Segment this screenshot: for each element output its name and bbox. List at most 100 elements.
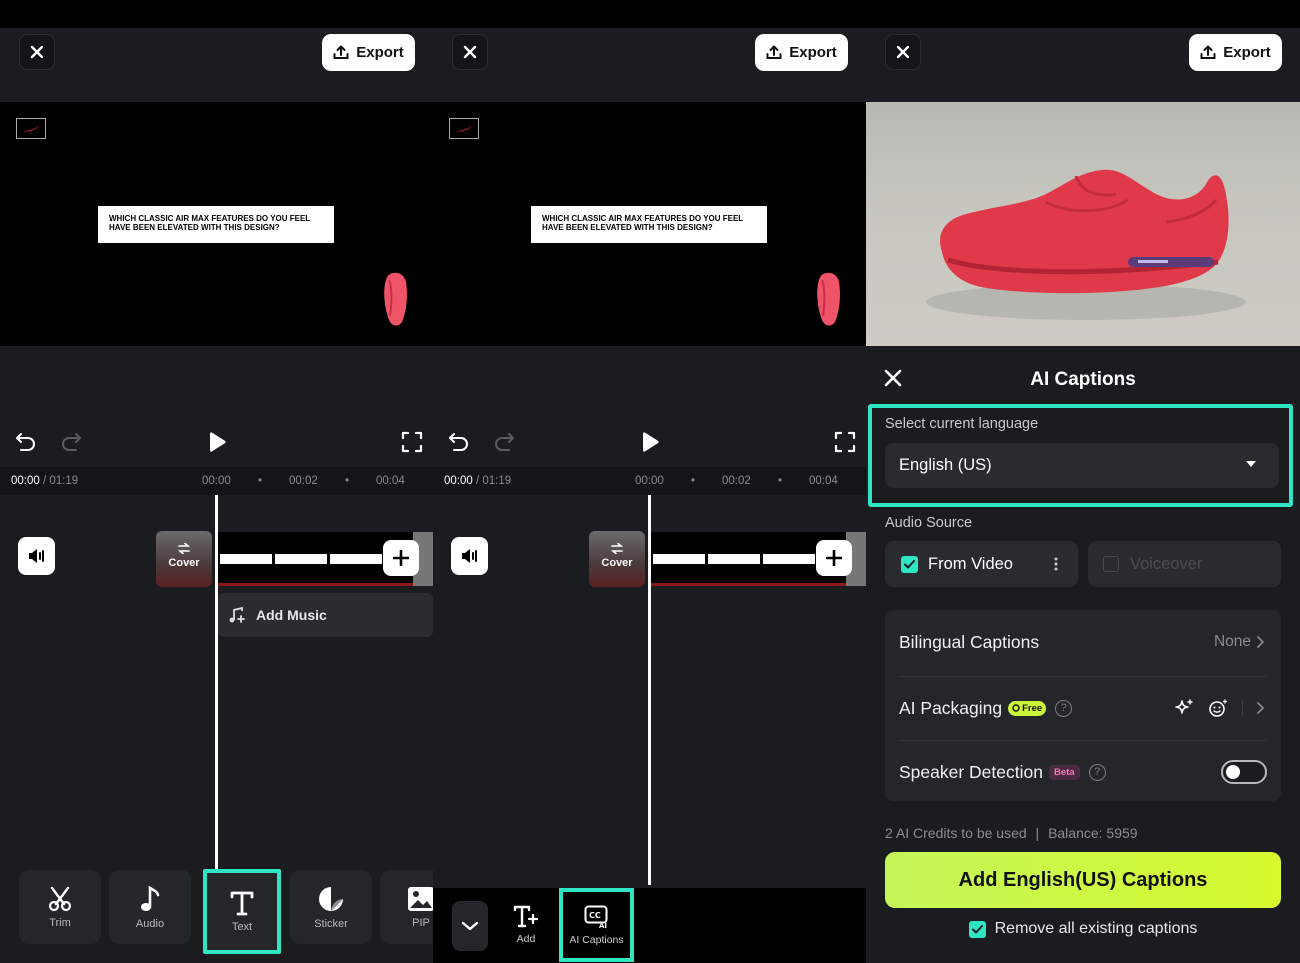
tool-text[interactable]: Text	[203, 869, 281, 954]
tool-add-text[interactable]: Add	[504, 888, 548, 961]
add-captions-button[interactable]: Add English(US) Captions	[885, 852, 1281, 908]
add-text-icon	[513, 905, 539, 928]
tool-label: Text	[231, 921, 253, 933]
balance-text: Balance: 5959	[1048, 825, 1138, 841]
tool-label: PIP	[412, 916, 430, 929]
tick-label: 00:04	[809, 475, 838, 487]
redo-icon[interactable]	[493, 431, 515, 451]
playhead[interactable]	[215, 495, 218, 885]
play-icon[interactable]	[640, 431, 660, 453]
tool-ai-captions[interactable]: CC AI AI Captions	[559, 888, 634, 962]
smiley-sparkle-icon[interactable]	[1208, 698, 1228, 718]
speaker-detection-toggle[interactable]	[1221, 760, 1267, 784]
status-strip	[433, 0, 866, 28]
undo-icon[interactable]	[15, 431, 37, 451]
add-clip-button[interactable]	[383, 540, 419, 576]
checkbox-unchecked[interactable]	[1103, 556, 1119, 572]
video-preview[interactable]	[866, 102, 1300, 346]
bilingual-value-wrap: None	[1214, 633, 1264, 651]
add-clip-button[interactable]	[816, 540, 852, 576]
plus-icon	[393, 550, 409, 566]
mute-button[interactable]	[18, 537, 55, 575]
cover-button[interactable]: Cover	[156, 531, 212, 587]
playhead[interactable]	[648, 495, 651, 885]
editor-panel-text: Export WHICH CLASSIC AIR MAX FEATURES DO…	[0, 0, 433, 963]
clip-frame	[220, 554, 272, 564]
cover-button[interactable]: Cover	[589, 531, 645, 587]
packaging-actions	[1174, 698, 1264, 718]
redo-icon[interactable]	[60, 431, 82, 451]
coin-icon	[1012, 704, 1020, 712]
clip-underline	[217, 583, 433, 586]
mute-button[interactable]	[451, 537, 488, 575]
current-time: 00:00 / 01:19	[444, 475, 512, 487]
bilingual-label: Bilingual Captions	[899, 631, 1040, 652]
help-icon[interactable]: ?	[1055, 699, 1073, 717]
swoosh-icon	[455, 125, 473, 132]
sticker-icon	[319, 886, 343, 911]
tool-pip[interactable]: PIP	[380, 870, 433, 944]
fullscreen-icon[interactable]	[834, 431, 856, 453]
caret-down-icon	[1246, 461, 1256, 467]
play-icon[interactable]	[207, 431, 227, 453]
plus-icon	[826, 550, 842, 566]
speaker-label: Speaker Detection	[899, 761, 1043, 782]
caption-overlay[interactable]: WHICH CLASSIC AIR MAX FEATURES DO YOU FE…	[98, 206, 334, 243]
collapse-button[interactable]	[452, 901, 488, 951]
checkbox-checked[interactable]	[901, 555, 918, 573]
add-music-button[interactable]: Add Music	[218, 593, 433, 637]
video-preview[interactable]: WHICH CLASSIC AIR MAX FEATURES DO YOU FE…	[433, 102, 866, 346]
sheet-title: AI Captions	[1030, 369, 1136, 390]
bilingual-value: None	[1213, 633, 1251, 650]
export-button[interactable]: Export	[755, 34, 848, 71]
video-preview[interactable]: WHICH CLASSIC AIR MAX FEATURES DO YOU FE…	[0, 102, 433, 346]
fullscreen-icon[interactable]	[401, 431, 423, 453]
close-button[interactable]	[452, 34, 488, 70]
bottom-toolbar: Trim Audio Text Sticker PIP	[0, 869, 433, 963]
chevron-right-icon	[1257, 636, 1264, 648]
tool-audio[interactable]: Audio	[109, 870, 191, 944]
help-icon[interactable]: ?	[1088, 763, 1106, 781]
speaker-detection-row: Speaker Detection Beta ?	[899, 740, 1267, 804]
export-label: Export	[1223, 44, 1271, 61]
tool-label: Add	[516, 933, 536, 945]
credits-text: 2 AI Credits to be used	[885, 825, 1027, 841]
remove-captions-option[interactable]: Remove all existing captions	[866, 920, 1300, 938]
clip-frame	[275, 554, 327, 564]
close-button[interactable]	[885, 34, 921, 70]
separator	[1242, 700, 1243, 716]
select-language-label: Select current language	[885, 416, 1039, 432]
upload-icon	[333, 45, 349, 59]
separator: |	[1035, 825, 1040, 841]
caption-overlay[interactable]: WHICH CLASSIC AIR MAX FEATURES DO YOU FE…	[531, 206, 767, 243]
text-icon	[230, 891, 254, 916]
playback-controls	[433, 425, 866, 461]
ai-captions-panel: Export AI Captions Select current langua…	[866, 0, 1300, 963]
export-button[interactable]: Export	[1189, 34, 1282, 71]
sparkle-icon[interactable]	[1174, 698, 1194, 718]
ai-packaging-row[interactable]: AI Packaging Free ?	[899, 676, 1267, 740]
beta-badge: Beta	[1048, 764, 1080, 780]
clip-frame	[708, 554, 760, 564]
tick-label: 00:04	[376, 475, 405, 487]
speaker-icon	[461, 549, 477, 563]
timeline-ruler: 00:00 / 01:19 00:00 • 00:02 • 00:04	[0, 467, 433, 495]
bilingual-captions-row[interactable]: Bilingual Captions None	[899, 610, 1267, 674]
source-from-video[interactable]: From Video	[885, 541, 1078, 587]
tool-sticker[interactable]: Sticker	[290, 870, 372, 944]
source-voiceover[interactable]: Voiceover	[1088, 541, 1281, 587]
shoe-thumbnail	[817, 272, 840, 326]
checkbox-checked[interactable]	[968, 920, 986, 938]
tool-trim[interactable]: Trim	[19, 870, 101, 944]
export-button[interactable]: Export	[322, 34, 415, 71]
upload-icon	[766, 45, 782, 59]
tick-label: 00:00	[202, 475, 231, 487]
close-button[interactable]	[19, 34, 55, 70]
more-vertical-icon[interactable]	[1054, 557, 1058, 571]
language-value: English (US)	[899, 456, 992, 474]
tick-label: 00:00	[635, 475, 664, 487]
tick-dot: •	[691, 475, 696, 487]
undo-icon[interactable]	[448, 431, 470, 451]
music-add-icon	[229, 607, 245, 623]
language-dropdown[interactable]: English (US)	[885, 443, 1279, 488]
